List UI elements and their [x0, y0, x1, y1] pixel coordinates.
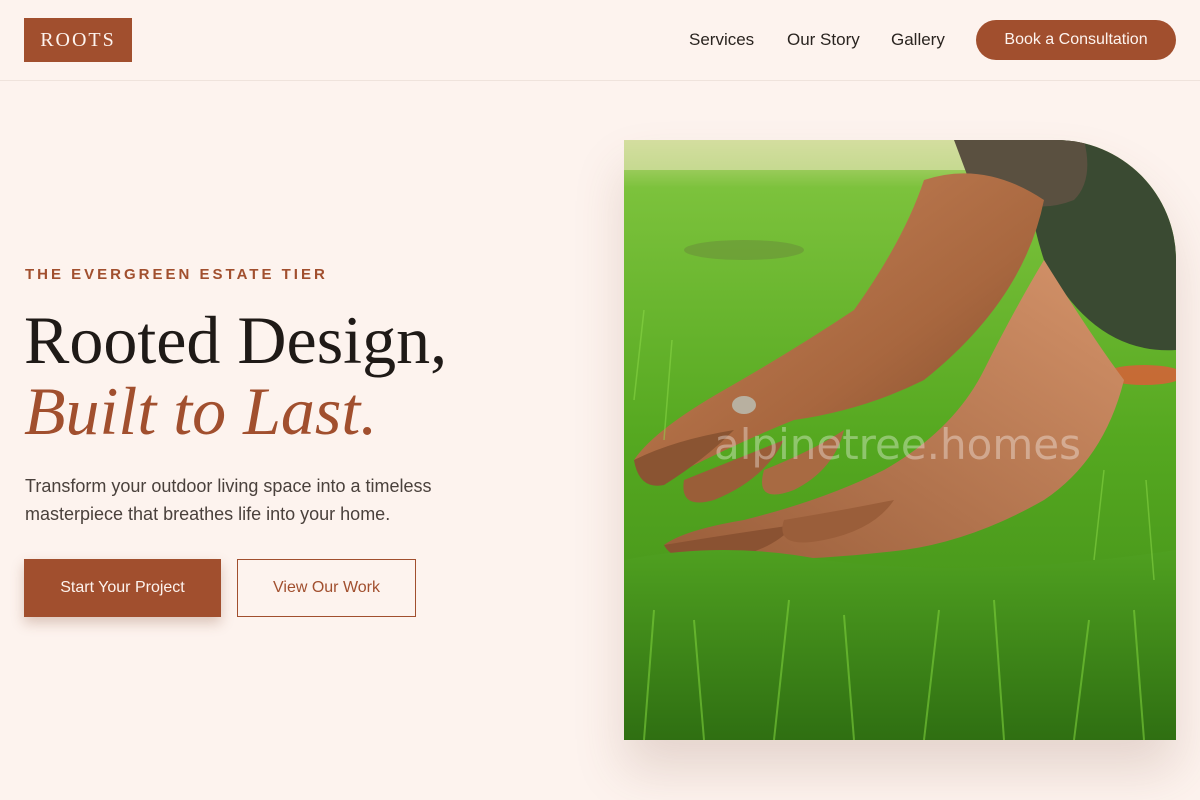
hero-image: alpinetree.homes — [624, 140, 1176, 740]
hero-headline-line2: Built to Last. — [24, 373, 378, 449]
book-consultation-button[interactable]: Book a Consultation — [976, 20, 1176, 60]
site-header: ROOTS Services Our Story Gallery Book a … — [0, 0, 1200, 81]
nav-link-gallery[interactable]: Gallery — [891, 30, 945, 50]
logo[interactable]: ROOTS — [24, 18, 132, 62]
start-project-button[interactable]: Start Your Project — [24, 559, 221, 617]
hero-subcopy: Transform your outdoor living space into… — [25, 476, 432, 524]
nav-link-services[interactable]: Services — [689, 30, 754, 50]
image-watermark: alpinetree.homes — [714, 420, 1081, 469]
view-work-button[interactable]: View Our Work — [237, 559, 416, 617]
hero-headline-line1: Rooted Design, — [24, 302, 448, 378]
hero-eyebrow: THE EVERGREEN ESTATE TIER — [25, 266, 328, 283]
nav-link-our-story[interactable]: Our Story — [787, 30, 860, 50]
